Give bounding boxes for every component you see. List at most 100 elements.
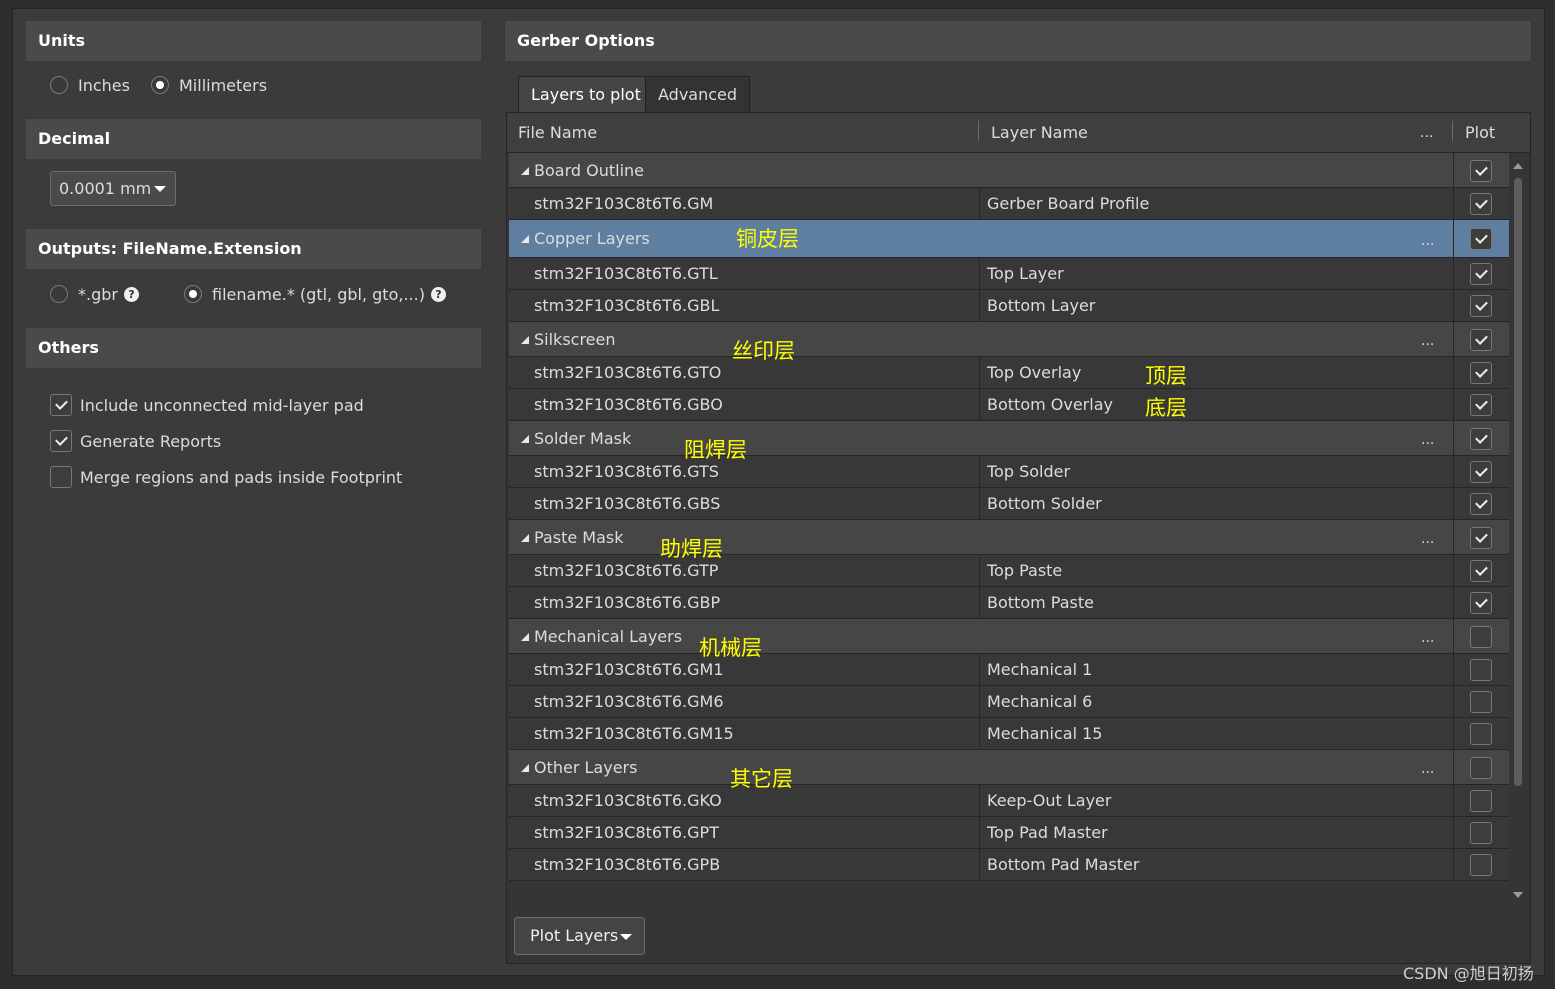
plot-checkbox[interactable] bbox=[1470, 263, 1492, 285]
generate-reports-checkbox[interactable] bbox=[50, 430, 72, 452]
decimal-dropdown[interactable]: 0.0001 mm bbox=[50, 171, 176, 206]
plot-checkbox[interactable] bbox=[1470, 493, 1492, 515]
collapse-triangle-icon[interactable] bbox=[521, 764, 529, 772]
output-filename-option[interactable]: filename.* (gtl, gbl, gto,...) ? bbox=[184, 282, 446, 306]
plot-checkbox[interactable] bbox=[1470, 560, 1492, 582]
cell-divider bbox=[1453, 619, 1454, 653]
layer-row[interactable]: stm32F103C8t6T6.GPB Bottom Pad Master bbox=[509, 849, 1509, 881]
file-name-cell: stm32F103C8t6T6.GPT bbox=[534, 823, 719, 842]
layer-row[interactable]: stm32F103C8t6T6.GKO Keep-Out Layer bbox=[509, 785, 1509, 817]
layer-row[interactable]: stm32F103C8t6T6.GM6 Mechanical 6 bbox=[509, 686, 1509, 718]
layer-row[interactable]: stm32F103C8t6T6.GTP Top Paste bbox=[509, 555, 1509, 587]
millimeters-radio[interactable] bbox=[151, 76, 169, 94]
plot-checkbox[interactable] bbox=[1470, 295, 1492, 317]
group-row[interactable]: Paste Mask... bbox=[509, 520, 1509, 555]
generate-reports-option[interactable]: Generate Reports bbox=[50, 429, 221, 453]
group-row[interactable]: Other Layers... bbox=[509, 750, 1509, 785]
layer-row[interactable]: stm32F103C8t6T6.GM15 Mechanical 15 bbox=[509, 718, 1509, 750]
plot-checkbox[interactable] bbox=[1470, 362, 1492, 384]
cell-divider bbox=[979, 654, 980, 685]
scroll-up-icon[interactable] bbox=[1513, 163, 1523, 169]
layer-row[interactable]: stm32F103C8t6T6.GTS Top Solder bbox=[509, 456, 1509, 488]
scroll-down-icon[interactable] bbox=[1513, 892, 1523, 898]
more-button[interactable]: ... bbox=[1421, 220, 1434, 262]
column-plot[interactable]: Plot bbox=[1465, 113, 1495, 153]
layer-row[interactable]: stm32F103C8t6T6.GM1 Mechanical 1 bbox=[509, 654, 1509, 686]
plot-checkbox[interactable] bbox=[1470, 592, 1492, 614]
include-unconnected-option[interactable]: Include unconnected mid-layer pad bbox=[50, 393, 364, 417]
more-button[interactable]: ... bbox=[1421, 619, 1434, 658]
output-gbr-option[interactable]: *.gbr ? bbox=[50, 282, 139, 306]
file-name-cell: stm32F103C8t6T6.GM1 bbox=[534, 660, 724, 679]
layer-row[interactable]: stm32F103C8t6T6.GBP Bottom Paste bbox=[509, 587, 1509, 619]
column-layer-name[interactable]: Layer Name bbox=[991, 113, 1088, 153]
plot-checkbox[interactable] bbox=[1470, 428, 1492, 450]
scrollbar-thumb[interactable] bbox=[1514, 178, 1522, 786]
plot-layers-button[interactable]: Plot Layers bbox=[514, 917, 645, 955]
plot-checkbox[interactable] bbox=[1470, 329, 1492, 351]
layer-row[interactable]: stm32F103C8t6T6.GTO Top Overlay bbox=[509, 357, 1509, 389]
more-button[interactable]: ... bbox=[1421, 520, 1434, 559]
plot-checkbox[interactable] bbox=[1470, 691, 1492, 713]
layer-row[interactable]: stm32F103C8t6T6.GBS Bottom Solder bbox=[509, 488, 1509, 520]
plot-checkbox[interactable] bbox=[1470, 228, 1492, 250]
column-more-button[interactable]: ... bbox=[1420, 113, 1433, 153]
merge-regions-option[interactable]: Merge regions and pads inside Footprint bbox=[50, 465, 402, 489]
plot-checkbox[interactable] bbox=[1470, 626, 1492, 648]
more-button[interactable]: ... bbox=[1421, 421, 1434, 460]
collapse-triangle-icon[interactable] bbox=[521, 336, 529, 344]
group-row[interactable]: Mechanical Layers... bbox=[509, 619, 1509, 654]
gbr-radio[interactable] bbox=[50, 285, 68, 303]
tab-advanced[interactable]: Advanced bbox=[645, 76, 751, 112]
units-inches-option[interactable]: Inches bbox=[50, 73, 130, 97]
tab-layers-to-plot[interactable]: Layers to plot bbox=[518, 76, 654, 112]
more-button[interactable]: ... bbox=[1421, 750, 1434, 789]
merge-regions-checkbox[interactable] bbox=[50, 466, 72, 488]
plot-checkbox[interactable] bbox=[1470, 394, 1492, 416]
plot-checkbox[interactable] bbox=[1470, 757, 1492, 779]
layer-row[interactable]: stm32F103C8t6T6.GBL Bottom Layer bbox=[509, 290, 1509, 322]
group-row[interactable]: Board Outline bbox=[509, 153, 1509, 188]
units-millimeters-option[interactable]: Millimeters bbox=[151, 73, 267, 97]
plot-checkbox[interactable] bbox=[1470, 160, 1492, 182]
collapse-triangle-icon[interactable] bbox=[521, 633, 529, 641]
help-icon[interactable]: ? bbox=[430, 286, 446, 302]
plot-checkbox[interactable] bbox=[1470, 723, 1492, 745]
file-name-cell: stm32F103C8t6T6.GTO bbox=[534, 363, 722, 382]
collapse-triangle-icon[interactable] bbox=[521, 235, 529, 243]
plot-checkbox[interactable] bbox=[1470, 790, 1492, 812]
collapse-triangle-icon[interactable] bbox=[521, 534, 529, 542]
group-row[interactable]: Silkscreen... bbox=[509, 322, 1509, 357]
collapse-triangle-icon[interactable] bbox=[521, 435, 529, 443]
annotation-label: 机械层 bbox=[699, 636, 762, 660]
file-name-cell: stm32F103C8t6T6.GBS bbox=[534, 494, 721, 513]
group-row[interactable]: Copper Layers... bbox=[509, 220, 1509, 258]
gerber-options-header: Gerber Options bbox=[505, 21, 1531, 61]
layer-row[interactable]: stm32F103C8t6T6.GBO Bottom Overlay bbox=[509, 389, 1509, 421]
plot-checkbox[interactable] bbox=[1470, 854, 1492, 876]
plot-checkbox[interactable] bbox=[1470, 659, 1492, 681]
group-row[interactable]: Solder Mask... bbox=[509, 421, 1509, 456]
include-unconnected-checkbox[interactable] bbox=[50, 394, 72, 416]
file-name-cell: stm32F103C8t6T6.GBL bbox=[534, 296, 720, 315]
layer-row[interactable]: stm32F103C8t6T6.GM Gerber Board Profile bbox=[509, 188, 1509, 220]
column-file-name[interactable]: File Name bbox=[518, 113, 597, 153]
plot-checkbox[interactable] bbox=[1470, 461, 1492, 483]
cell-divider bbox=[1453, 357, 1454, 388]
plot-checkbox[interactable] bbox=[1470, 527, 1492, 549]
layer-row[interactable]: stm32F103C8t6T6.GPT Top Pad Master bbox=[509, 817, 1509, 849]
layer-name-cell: Keep-Out Layer bbox=[987, 791, 1112, 810]
more-button[interactable]: ... bbox=[1421, 322, 1434, 361]
inches-radio[interactable] bbox=[50, 76, 68, 94]
plot-checkbox[interactable] bbox=[1470, 822, 1492, 844]
plot-checkbox[interactable] bbox=[1470, 193, 1492, 215]
help-icon[interactable]: ? bbox=[123, 286, 139, 302]
cell-divider bbox=[1453, 587, 1454, 618]
filename-label: filename.* (gtl, gbl, gto,...) bbox=[212, 284, 425, 304]
group-name: Mechanical Layers bbox=[534, 627, 683, 646]
inches-label: Inches bbox=[78, 75, 130, 95]
filename-radio[interactable] bbox=[184, 285, 202, 303]
collapse-triangle-icon[interactable] bbox=[521, 167, 529, 175]
cell-divider bbox=[979, 686, 980, 717]
layer-row[interactable]: stm32F103C8t6T6.GTL Top Layer bbox=[509, 258, 1509, 290]
